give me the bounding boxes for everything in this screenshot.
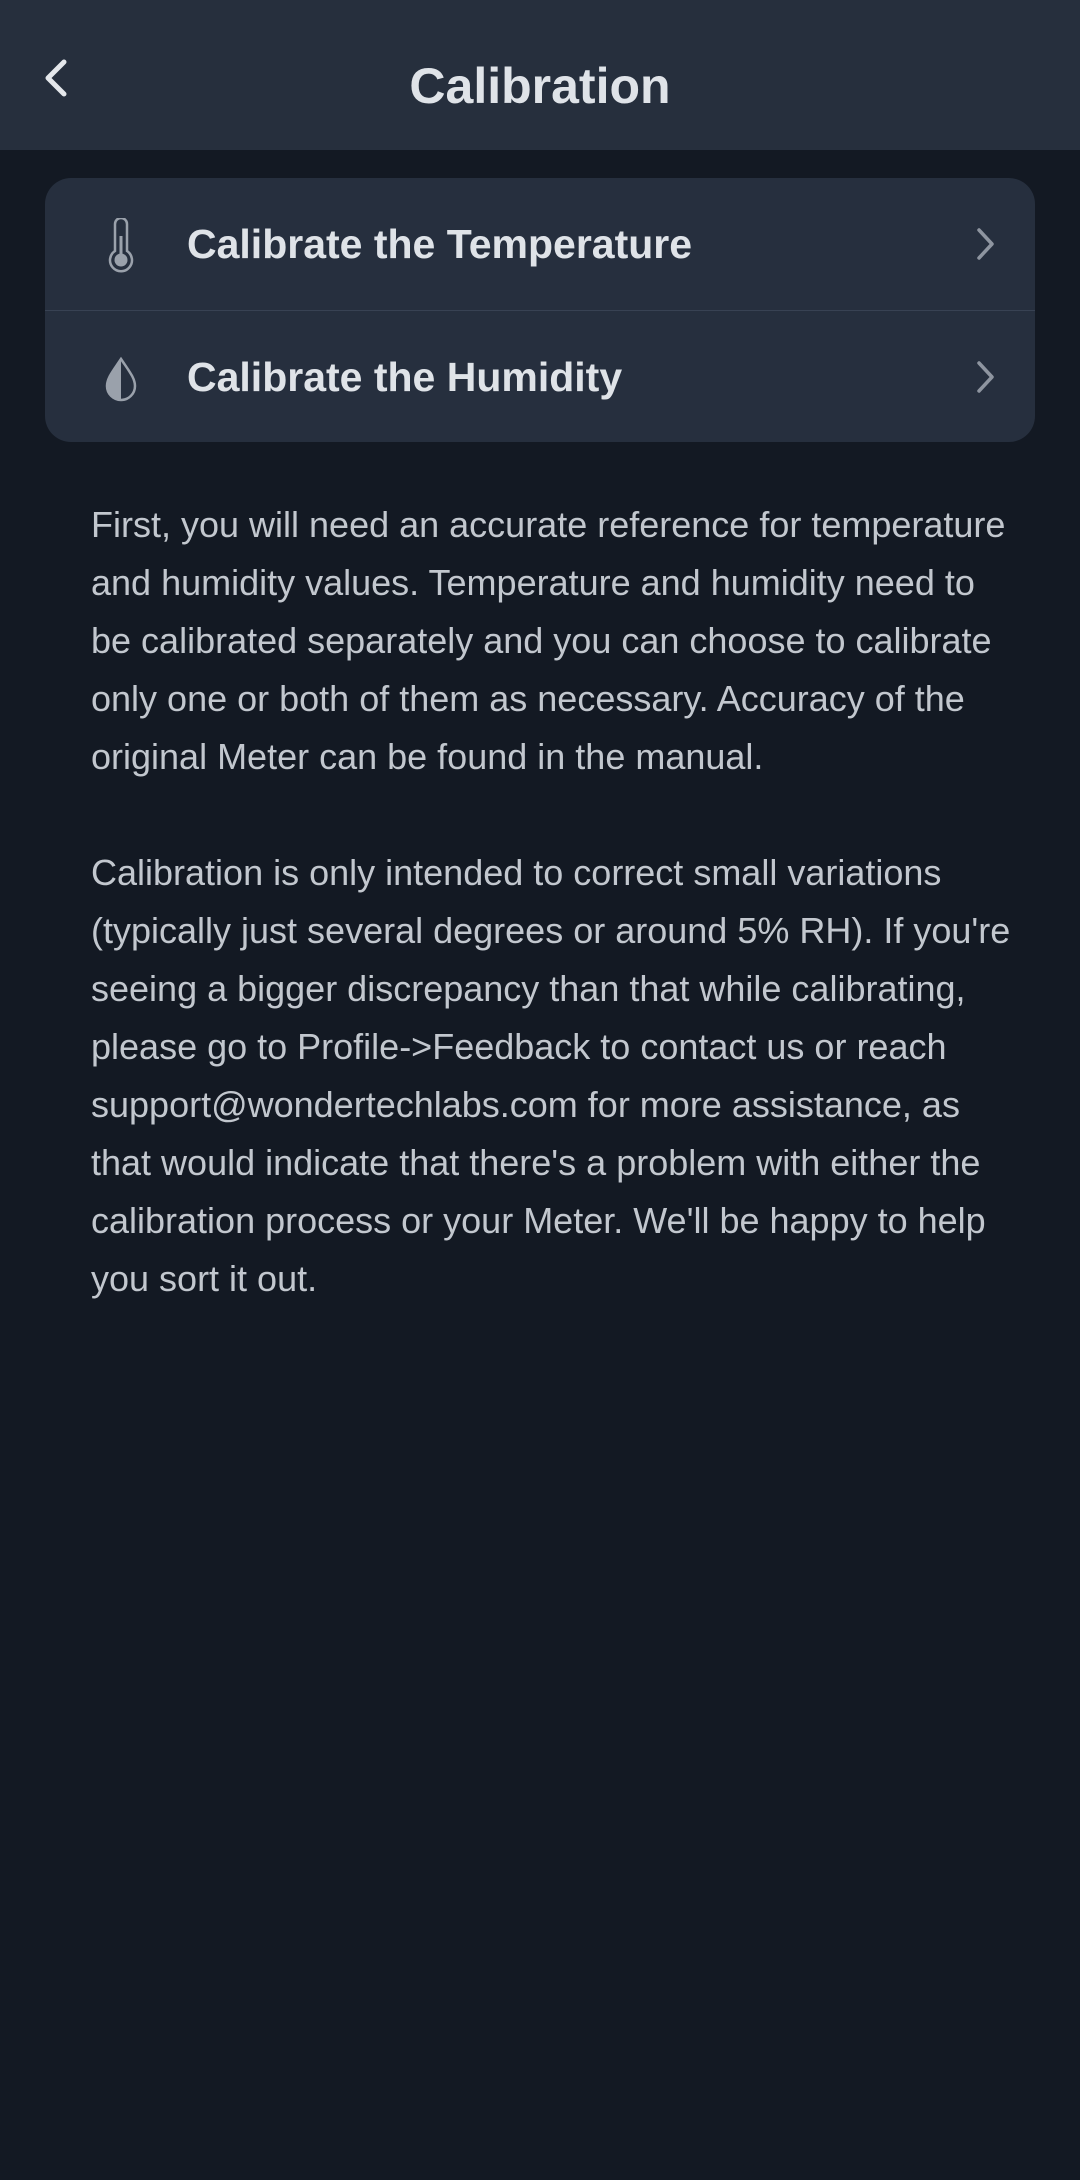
- calibration-options-card: Calibrate the Temperature Calibrate the …: [45, 178, 1035, 442]
- description-paragraph-2: Calibration is only intended to correct …: [91, 852, 1011, 1299]
- chevron-right-icon: [965, 357, 1005, 397]
- calibrate-temperature-label: Calibrate the Temperature: [187, 221, 693, 267]
- thermometer-icon: [95, 218, 147, 274]
- calibrate-humidity-item[interactable]: Calibrate the Humidity: [45, 310, 1035, 442]
- top-app-bar: Calibration: [0, 0, 1080, 150]
- calibrate-humidity-label: Calibrate the Humidity: [187, 354, 623, 400]
- chevron-right-icon: [965, 224, 1005, 264]
- page-title: Calibration: [409, 58, 671, 114]
- calibration-description: First, you will need an accurate referen…: [91, 496, 1011, 1366]
- water-drop-icon: [95, 351, 147, 407]
- calibrate-temperature-item[interactable]: Calibrate the Temperature: [45, 178, 1035, 310]
- description-paragraph-1: First, you will need an accurate referen…: [91, 504, 1006, 777]
